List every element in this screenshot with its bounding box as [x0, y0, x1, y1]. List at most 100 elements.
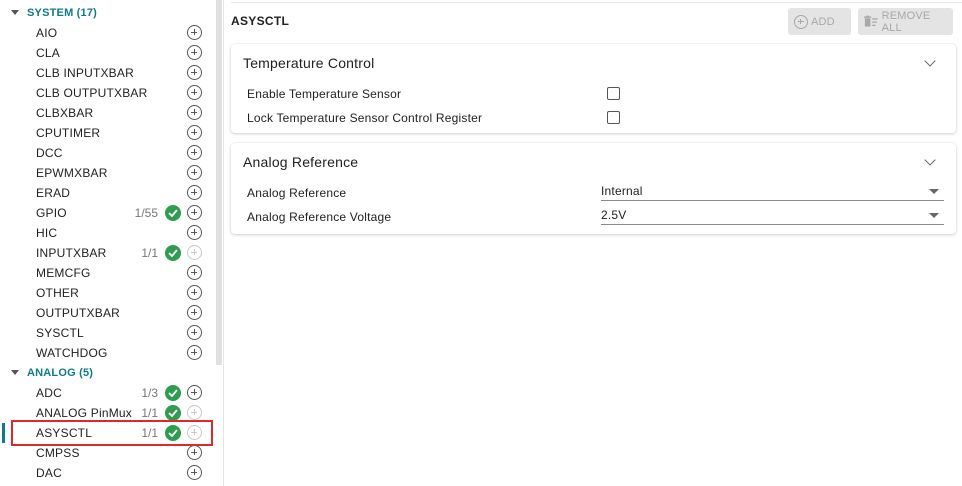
sidebar-item-memcfg[interactable]: MEMCFG: [0, 263, 215, 283]
sidebar-item-label: CLB OUTPUTXBAR: [36, 86, 148, 100]
add-instance-icon[interactable]: [187, 325, 202, 340]
field-label: Lock Temperature Sensor Control Register: [247, 111, 483, 125]
sidebar-item-gpio[interactable]: GPIO 1/55: [0, 203, 215, 223]
sidebar-item-label: CMPSS: [36, 446, 80, 460]
sidebar-item-label: OTHER: [36, 286, 79, 300]
sidebar-item-cla[interactable]: CLA: [0, 43, 215, 63]
card-title: Analog Reference: [243, 154, 359, 170]
sidebar-item-label: OUTPUTXBAR: [36, 306, 121, 320]
chevron-down-icon[interactable]: [924, 154, 936, 166]
sidebar-item-label: MEMCFG: [36, 266, 91, 280]
enable-temperature-sensor-checkbox[interactable]: [607, 87, 620, 100]
add-instance-icon[interactable]: [187, 45, 202, 60]
sidebar-item-label: CLA: [36, 46, 60, 60]
sidebar-item-other[interactable]: OTHER: [0, 283, 215, 303]
main-panel: ASYSCTL ADD REMOVE ALL Temperature Contr…: [231, 0, 962, 486]
sidebar-scrollbar[interactable]: [216, 0, 222, 365]
card-title: Temperature Control: [243, 55, 375, 71]
sidebar-item-inputxbar[interactable]: INPUTXBAR 1/1: [0, 243, 215, 263]
sidebar-item-label: GPIO: [36, 206, 67, 220]
sidebar-item-epwmxbar[interactable]: EPWMXBAR: [0, 163, 215, 183]
add-instance-icon[interactable]: [187, 285, 202, 300]
sidebar-item-clb-inputxbar[interactable]: CLB INPUTXBAR: [0, 63, 215, 83]
sidebar-item-label: WATCHDOG: [36, 346, 108, 360]
sidebar-item-label: CLBXBAR: [36, 106, 94, 120]
add-instance-icon: [187, 405, 202, 420]
sidebar-item-adc[interactable]: ADC 1/3: [0, 383, 215, 403]
sidebar-item-label: SYSCTL: [36, 326, 84, 340]
analog-reference-voltage-select[interactable]: 2.5V: [601, 205, 944, 225]
sidebar-item-sysctl[interactable]: SYSCTL: [0, 323, 215, 343]
add-instance-icon[interactable]: [187, 265, 202, 280]
sidebar-item-watchdog[interactable]: WATCHDOG: [0, 343, 215, 363]
sidebar-item-label: DAC: [36, 466, 62, 480]
sidebar-item-erad[interactable]: ERAD: [0, 183, 215, 203]
select-value: Internal: [601, 184, 643, 198]
sidebar-item-clb-outputxbar[interactable]: CLB OUTPUTXBAR: [0, 83, 215, 103]
add-instance-icon[interactable]: [187, 385, 202, 400]
category-system[interactable]: SYSTEM (17): [0, 3, 215, 23]
add-circle-icon: [794, 14, 808, 29]
sidebar-item-label: INPUTXBAR: [36, 246, 107, 260]
add-instance-icon[interactable]: [187, 225, 202, 240]
field-label: Enable Temperature Sensor: [247, 87, 402, 101]
sidebar-item-aio[interactable]: AIO: [0, 23, 215, 43]
sidebar-item-clbxbar[interactable]: CLBXBAR: [0, 103, 215, 123]
check-circle-icon: [165, 245, 181, 261]
add-instance-icon[interactable]: [187, 25, 202, 40]
sidebar-item-label: EPWMXBAR: [36, 166, 108, 180]
add-instance-icon[interactable]: [187, 125, 202, 140]
sidebar-item-cputimer[interactable]: CPUTIMER: [0, 123, 215, 143]
add-instance-icon[interactable]: [187, 85, 202, 100]
add-instance-icon[interactable]: [187, 205, 202, 220]
add-instance-icon[interactable]: [187, 305, 202, 320]
delete-sweep-icon: [864, 15, 878, 27]
sidebar-item-label: CPUTIMER: [36, 126, 101, 140]
sidebar-item-hic[interactable]: HIC: [0, 223, 215, 243]
add-button[interactable]: ADD: [788, 8, 851, 35]
chevron-down-icon[interactable]: [924, 55, 936, 67]
remove-all-button[interactable]: REMOVE ALL: [858, 8, 953, 35]
page-title: ASYSCTL: [231, 14, 290, 28]
sidebar-item-cmpss[interactable]: CMPSS: [0, 443, 215, 463]
add-instance-icon[interactable]: [187, 65, 202, 80]
check-circle-icon: [165, 385, 181, 401]
analog-reference-card: Analog Reference Analog Reference Intern…: [231, 143, 956, 234]
add-instance-icon[interactable]: [187, 105, 202, 120]
top-divider: [231, 2, 962, 3]
field-label: Analog Reference: [247, 186, 347, 200]
category-analog[interactable]: ANALOG (5): [0, 363, 215, 383]
sidebar-item-label: CLB INPUTXBAR: [36, 66, 134, 80]
add-instance-icon[interactable]: [187, 445, 202, 460]
add-instance-icon[interactable]: [187, 165, 202, 180]
add-instance-icon[interactable]: [187, 345, 202, 360]
selected-indicator: [2, 423, 5, 443]
check-circle-icon: [165, 405, 181, 421]
dropdown-arrow-icon: [929, 189, 939, 194]
instance-count: 1/1: [141, 246, 158, 260]
sidebar-item-label: ANALOG PinMux: [36, 406, 132, 420]
sidebar-item-label: HIC: [36, 226, 58, 240]
collapse-triangle-icon[interactable]: [11, 370, 19, 375]
sidebar-item-dcc[interactable]: DCC: [0, 143, 215, 163]
analog-reference-select[interactable]: Internal: [601, 181, 944, 201]
temperature-control-card: Temperature Control Enable Temperature S…: [231, 44, 956, 133]
category-label: ANALOG (5): [27, 367, 94, 379]
sidebar-item-label: AIO: [36, 26, 58, 40]
field-label: Analog Reference Voltage: [247, 210, 392, 224]
sidebar-item-label: ADC: [36, 386, 62, 400]
dropdown-arrow-icon: [929, 213, 939, 218]
add-instance-icon[interactable]: [187, 185, 202, 200]
collapse-triangle-icon[interactable]: [11, 10, 19, 15]
sidebar-item-outputxbar[interactable]: OUTPUTXBAR: [0, 303, 215, 323]
add-instance-icon[interactable]: [187, 145, 202, 160]
panel-divider[interactable]: [223, 0, 224, 486]
sidebar-item-label: DCC: [36, 146, 63, 160]
category-label: SYSTEM (17): [27, 7, 98, 19]
add-instance-icon: [187, 245, 202, 260]
sidebar-item-dac[interactable]: DAC: [0, 463, 215, 483]
add-instance-icon[interactable]: [187, 465, 202, 480]
lock-temperature-sensor-checkbox[interactable]: [607, 111, 620, 124]
add-button-label: ADD: [811, 15, 835, 28]
sidebar: SYSTEM (17) AIO CLA CLB INPUTXBAR CLB OU…: [0, 0, 222, 486]
